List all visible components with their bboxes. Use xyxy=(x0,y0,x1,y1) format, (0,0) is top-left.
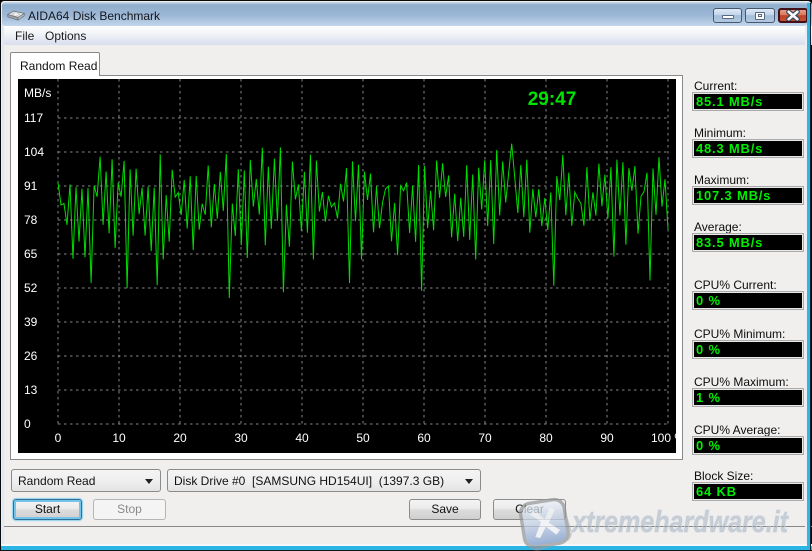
svg-text:50: 50 xyxy=(356,431,370,445)
svg-text:29:47: 29:47 xyxy=(528,89,577,110)
svg-text:91: 91 xyxy=(24,179,38,193)
svg-text:26: 26 xyxy=(24,349,38,363)
svg-text:70: 70 xyxy=(478,431,492,445)
svg-text:0: 0 xyxy=(55,431,62,445)
svg-text:117: 117 xyxy=(24,111,43,125)
svg-text:104: 104 xyxy=(24,145,44,159)
svg-text:30: 30 xyxy=(234,431,248,445)
svg-text:90: 90 xyxy=(600,431,614,445)
svg-text:20: 20 xyxy=(173,431,187,445)
svg-text:39: 39 xyxy=(24,315,38,329)
svg-text:60: 60 xyxy=(417,431,431,445)
svg-text:xtremehardware.it: xtremehardware.it xyxy=(570,504,789,539)
svg-text:40: 40 xyxy=(295,431,309,445)
svg-text:80: 80 xyxy=(539,431,553,445)
svg-text:MB/s: MB/s xyxy=(24,86,51,100)
svg-text:13: 13 xyxy=(24,383,38,397)
svg-text:65: 65 xyxy=(24,247,38,261)
svg-text:100 %: 100 % xyxy=(651,431,676,445)
svg-text:10: 10 xyxy=(112,431,126,445)
svg-text:78: 78 xyxy=(24,213,38,227)
svg-text:0: 0 xyxy=(24,417,31,431)
svg-text:52: 52 xyxy=(24,281,38,295)
